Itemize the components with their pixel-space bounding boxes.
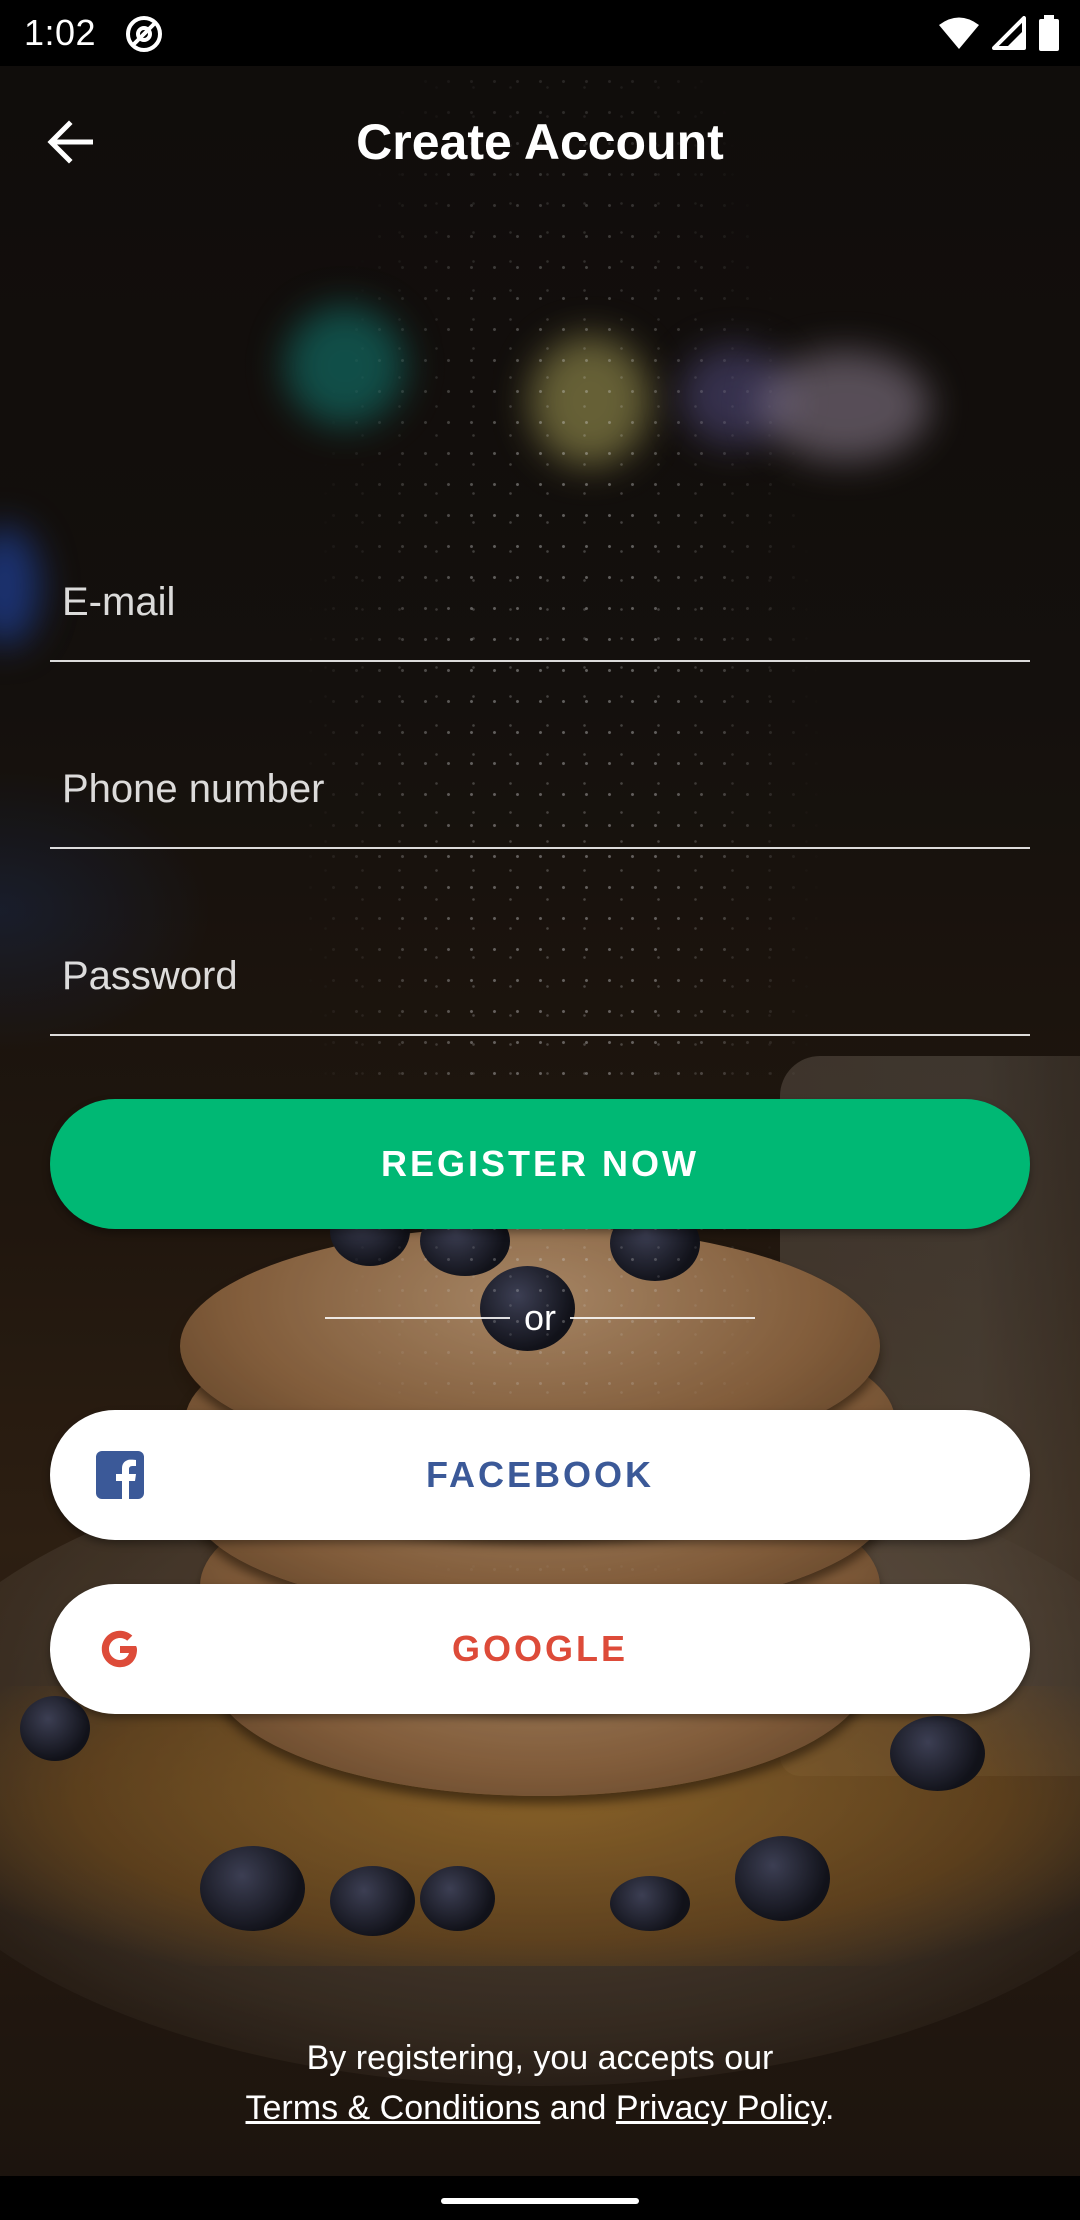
facebook-icon [96,1451,144,1499]
privacy-policy-link[interactable]: Privacy Policy [616,2089,825,2127]
google-button-label: GOOGLE [451,1628,628,1669]
wifi-icon [939,17,979,49]
facebook-button-label: FACEBOOK [425,1454,654,1495]
facebook-login-button[interactable]: FACEBOOK [50,1410,1030,1540]
terms-footer: By registering, you accepts our Terms & … [0,2033,1080,2133]
password-field-container [50,914,1030,1036]
status-icons [938,12,1060,54]
home-indicator[interactable] [441,2198,639,2204]
battery-icon [1039,15,1059,51]
phone-field-container [50,727,1030,849]
signal-icon [992,16,1026,50]
footer-period: . [825,2089,835,2127]
status-bar: 1:02 [0,0,1080,66]
google-login-button[interactable]: GOOGLE [50,1584,1030,1714]
divider-line-right [570,1317,756,1319]
divider-line-left [325,1317,510,1319]
footer-line-1: By registering, you accepts our [306,2039,774,2077]
email-field-container [50,540,1030,662]
status-time: 1:02 [24,12,97,53]
navigation-bar [0,2176,1080,2220]
at-sign-icon [126,16,162,52]
screen: 1:02 Create Account E-mail Phone number … [0,0,1080,2220]
or-text: or [524,1297,557,1338]
page-title: Create Account [356,114,724,170]
register-button-label: REGISTER NOW [380,1143,699,1184]
password-field[interactable] [60,953,1014,1000]
footer-line-2: Terms & Conditions and Privacy Policy. [0,2083,1080,2133]
phone-field[interactable] [60,766,1014,813]
google-icon [101,1630,137,1668]
footer-and: and [540,2089,616,2127]
or-divider: or [325,1290,756,1346]
email-field[interactable] [60,579,1014,626]
register-button[interactable]: REGISTER NOW [50,1099,1030,1229]
terms-link[interactable]: Terms & Conditions [246,2089,541,2127]
